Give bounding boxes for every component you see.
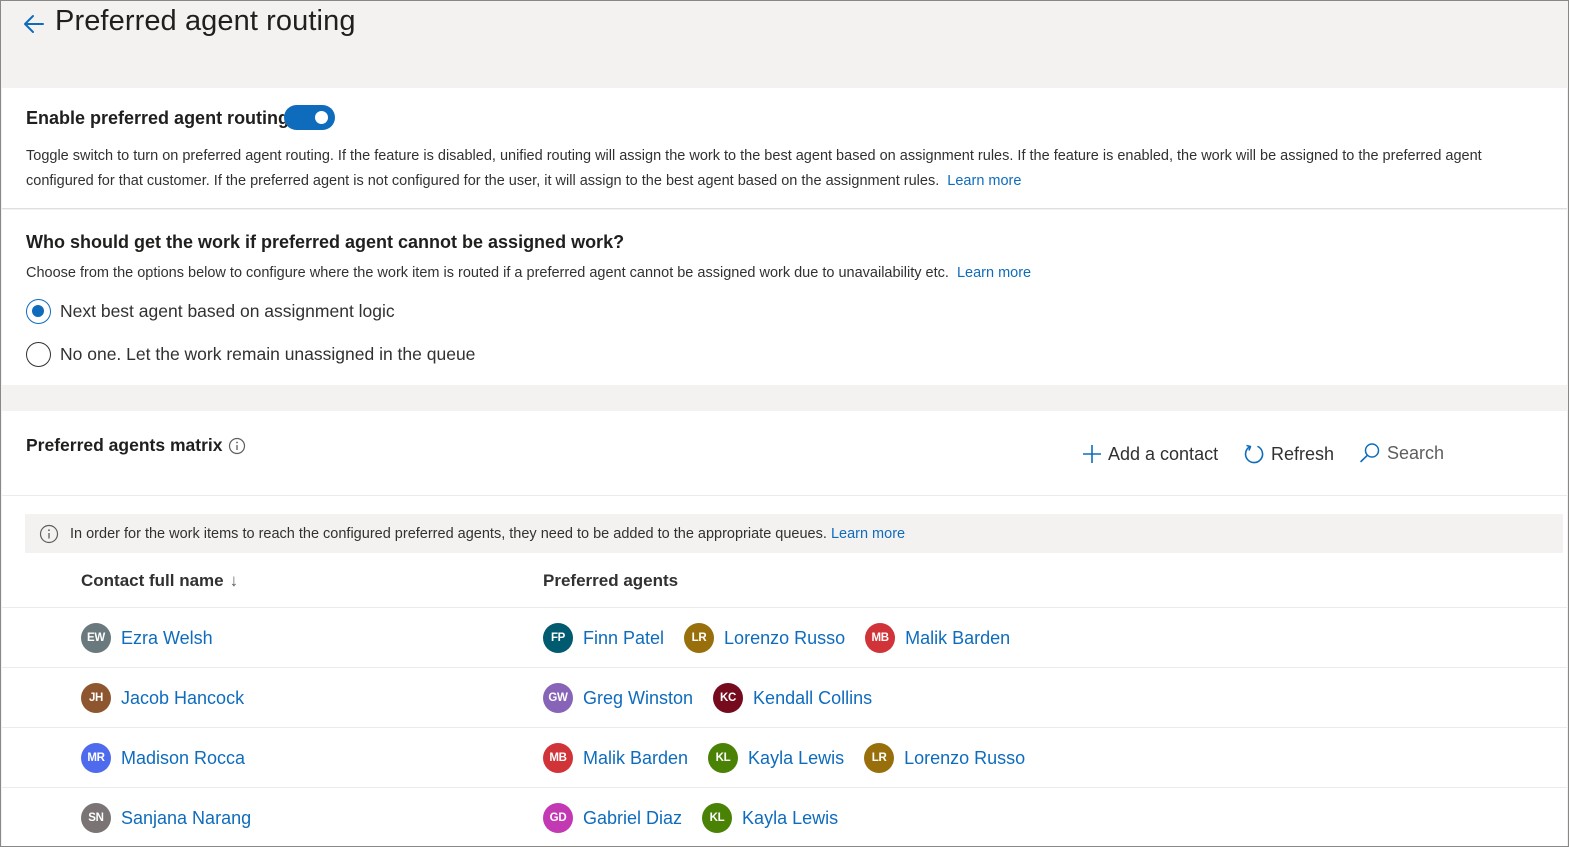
avatar: MB — [543, 743, 573, 773]
agent-link[interactable]: LR Lorenzo Russo — [684, 623, 845, 653]
refresh-label: Refresh — [1271, 444, 1335, 464]
add-contact-label: Add a contact — [1108, 443, 1219, 464]
fallback-description-text: Choose from the options below to configu… — [26, 265, 949, 281]
divider — [2, 495, 1567, 496]
info-icon[interactable] — [228, 437, 246, 455]
radio-button-unchecked[interactable] — [26, 342, 51, 367]
agent-link-name[interactable]: Gabriel Diaz — [583, 808, 682, 829]
enable-description-text: Toggle switch to turn on preferred agent… — [26, 148, 1482, 189]
fallback-description: Choose from the options below to configu… — [26, 265, 1031, 281]
contact-link[interactable]: MR Madison Rocca — [81, 743, 245, 773]
search-icon — [1360, 443, 1380, 463]
enable-learn-more-link[interactable]: Learn more — [947, 173, 1021, 189]
agent-link[interactable]: KL Kayla Lewis — [708, 743, 844, 773]
matrix-title: Preferred agents matrix — [26, 435, 246, 456]
back-button[interactable] — [21, 9, 47, 39]
column-header-label: Preferred agents — [543, 571, 679, 590]
agent-link[interactable]: KC Kendall Collins — [713, 683, 872, 713]
radio-label: No one. Let the work remain unassigned i… — [60, 344, 476, 364]
agent-link[interactable]: KL Kayla Lewis — [702, 803, 838, 833]
info-icon — [39, 524, 59, 543]
agent-link-name[interactable]: Kendall Collins — [753, 688, 872, 709]
fallback-section: Who should get the work if preferred age… — [2, 210, 1567, 385]
fallback-learn-more-link[interactable]: Learn more — [957, 265, 1031, 281]
contact-link-name[interactable]: Madison Rocca — [121, 748, 245, 769]
enable-description: Toggle switch to turn on preferred agent… — [26, 144, 1551, 194]
column-header-contact-full-name[interactable]: Contact full name ↓ — [81, 571, 238, 591]
table-row: SN Sanjana Narang GD Gabriel Diaz KL Kayla Le… — [2, 787, 1567, 846]
notice-text: In order for the work items to reach the… — [70, 525, 827, 542]
agent-link[interactable]: MB Malik Barden — [865, 623, 1010, 653]
table-row: MR Madison Rocca MB Malik Barden KL Kayla Lew… — [2, 727, 1567, 787]
page-title: Preferred agent routing — [55, 5, 356, 37]
avatar: FP — [543, 623, 573, 653]
refresh-icon — [1244, 444, 1264, 464]
avatar: MR — [81, 743, 111, 773]
fallback-title: Who should get the work if preferred age… — [26, 232, 625, 252]
agent-link-name[interactable]: Lorenzo Russo — [724, 628, 845, 649]
radio-option-no-one[interactable]: No one. Let the work remain unassigned i… — [26, 342, 475, 367]
refresh-button[interactable]: Refresh — [1243, 443, 1334, 466]
page-header: Preferred agent routing — [1, 1, 1568, 87]
agent-link-name[interactable]: Kayla Lewis — [748, 748, 844, 769]
matrix-section: Preferred agents matrix Add a contact Re… — [2, 411, 1567, 846]
plus-icon — [1083, 445, 1101, 463]
agent-link[interactable]: MB Malik Barden — [543, 743, 688, 773]
table-row: EW Ezra Welsh FP Finn Patel LR Lorenzo Russo M… — [2, 607, 1567, 667]
agent-link[interactable]: GW Greg Winston — [543, 683, 693, 713]
table-row: JH Jacob Hancock GW Greg Winston KC Kendall C… — [2, 667, 1567, 727]
column-header-label: Contact full name — [81, 571, 224, 590]
preferred-agents-cell: GD Gabriel Diaz KL Kayla Lewis — [543, 803, 858, 833]
avatar: EW — [81, 623, 111, 653]
avatar: SN — [81, 803, 111, 833]
preferred-agents-cell: MB Malik Barden KL Kayla Lewis LR Lorenzo Rus… — [543, 743, 1045, 773]
contact-link[interactable]: SN Sanjana Narang — [81, 803, 251, 833]
radio-button-checked[interactable] — [26, 299, 51, 324]
enable-section: Enable preferred agent routing Toggle sw… — [2, 88, 1567, 209]
contact-link-name[interactable]: Ezra Welsh — [121, 628, 213, 649]
contact-link-name[interactable]: Sanjana Narang — [121, 808, 251, 829]
radio-option-next-best-agent[interactable]: Next best agent based on assignment logi… — [26, 299, 395, 324]
agent-link[interactable]: LR Lorenzo Russo — [864, 743, 1025, 773]
avatar: KC — [713, 683, 744, 713]
add-contact-button[interactable]: Add a contact — [1081, 443, 1218, 465]
toggle-knob — [315, 111, 328, 124]
avatar: JH — [81, 683, 111, 713]
app-frame: Preferred agent routing Enable preferred… — [0, 0, 1569, 847]
agent-link[interactable]: FP Finn Patel — [543, 623, 664, 653]
agent-link-name[interactable]: Lorenzo Russo — [904, 748, 1025, 769]
preferred-agents-cell: GW Greg Winston KC Kendall Collins — [543, 683, 892, 713]
agent-link-name[interactable]: Malik Barden — [905, 628, 1010, 649]
notice-bar: In order for the work items to reach the… — [25, 514, 1563, 553]
avatar: KL — [702, 803, 733, 833]
sort-descending-icon: ↓ — [229, 571, 239, 590]
column-header-preferred-agents: Preferred agents — [543, 571, 678, 591]
search-label: Search — [1387, 442, 1445, 463]
contact-link[interactable]: EW Ezra Welsh — [81, 623, 213, 653]
preferred-agents-cell: FP Finn Patel LR Lorenzo Russo MB Malik Barde… — [543, 623, 1030, 653]
radio-label: Next best agent based on assignment logi… — [60, 301, 395, 321]
avatar: GD — [543, 803, 573, 833]
agent-link-name[interactable]: Greg Winston — [583, 688, 693, 709]
avatar: GW — [543, 683, 573, 713]
avatar: LR — [864, 743, 895, 773]
search-button[interactable]: Search — [1358, 441, 1444, 465]
avatar: MB — [865, 623, 896, 653]
agent-link[interactable]: GD Gabriel Diaz — [543, 803, 682, 833]
avatar: KL — [708, 743, 739, 773]
enable-label: Enable preferred agent routing — [26, 108, 290, 128]
enable-toggle[interactable] — [284, 105, 335, 130]
agent-link-name[interactable]: Malik Barden — [583, 748, 688, 769]
avatar: LR — [684, 623, 715, 653]
matrix-title-text: Preferred agents matrix — [26, 435, 223, 455]
arrow-left-icon — [24, 15, 44, 33]
agent-link-name[interactable]: Kayla Lewis — [742, 808, 838, 829]
notice-learn-more-link[interactable]: Learn more — [831, 526, 905, 542]
contact-link-name[interactable]: Jacob Hancock — [121, 688, 244, 709]
contact-link[interactable]: JH Jacob Hancock — [81, 683, 244, 713]
agent-link-name[interactable]: Finn Patel — [583, 628, 664, 649]
